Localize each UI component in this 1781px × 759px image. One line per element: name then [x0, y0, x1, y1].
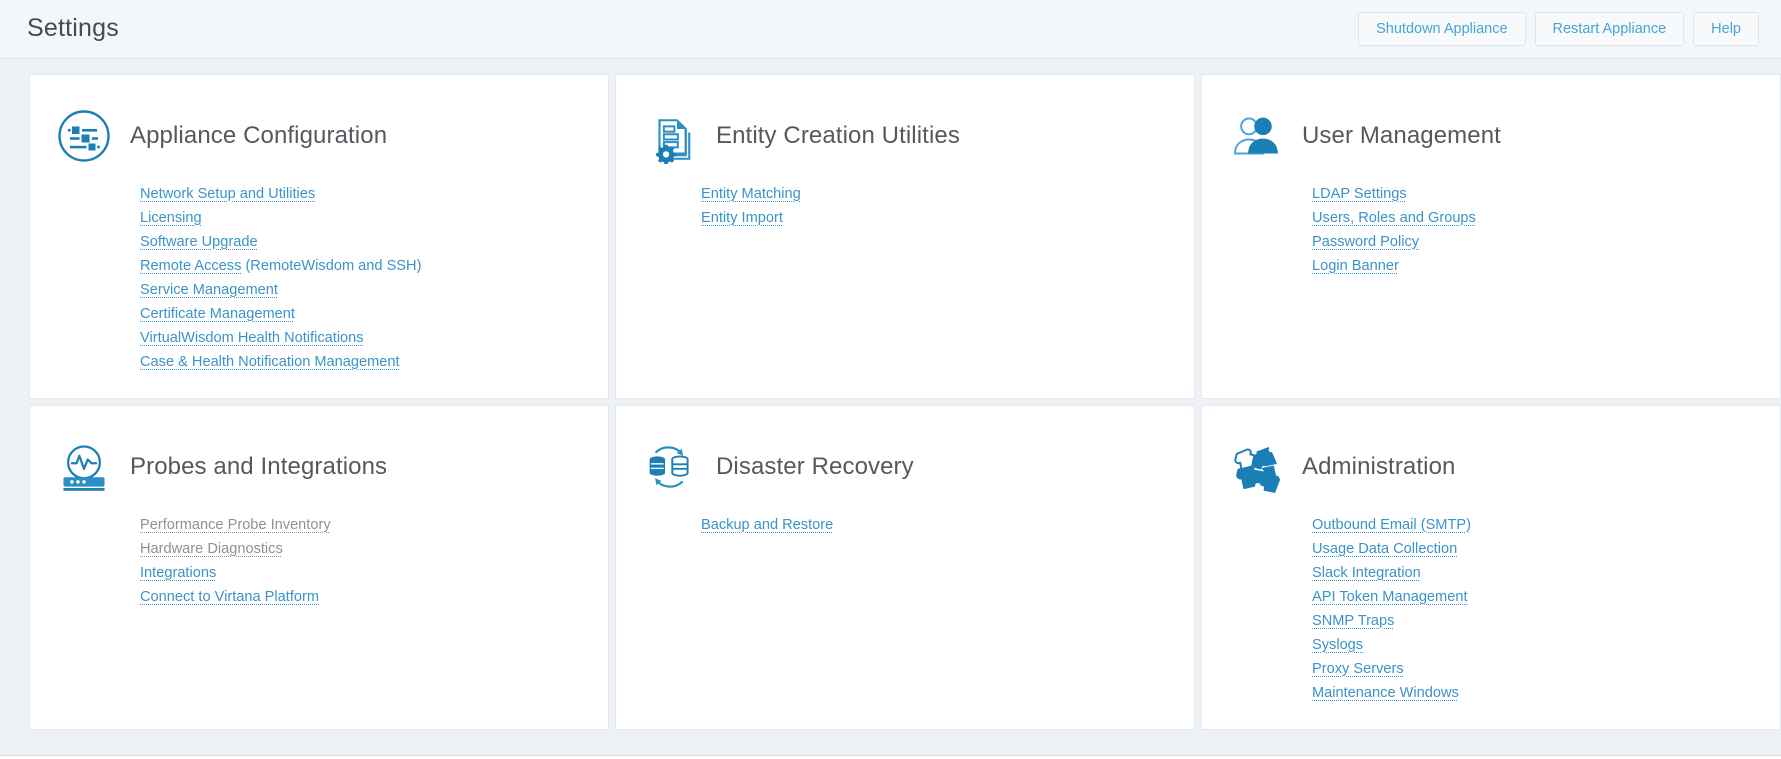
link-entity-import[interactable]: Entity Import	[701, 210, 783, 226]
link-hardware-diagnostics: Hardware Diagnostics	[140, 541, 283, 557]
link-row: Licensing	[140, 207, 608, 229]
link-row: Software Upgrade	[140, 231, 608, 253]
shutdown-appliance-button[interactable]: Shutdown Appliance	[1358, 12, 1526, 46]
database-sync-icon	[642, 439, 698, 495]
settings-card-appliance-configuration: Appliance Configuration Network Setup and…	[29, 74, 609, 399]
card-title: Probes and Integrations	[130, 453, 388, 480]
link-virtualwisdom-health-notifications[interactable]: VirtualWisdom Health Notifications	[140, 330, 364, 346]
settings-card-entity-creation-utilities: Entity Creation Utilities Entity Matching…	[615, 74, 1195, 399]
card-title: Disaster Recovery	[716, 453, 914, 480]
link-row: Entity Import	[701, 207, 1194, 229]
link-row: Entity Matching	[701, 183, 1194, 205]
link-entity-matching[interactable]: Entity Matching	[701, 186, 801, 202]
link-row: Backup and Restore	[701, 514, 1194, 536]
link-row: Password Policy	[1312, 231, 1780, 253]
link-service-management[interactable]: Service Management	[140, 282, 278, 298]
card-link-list: Backup and Restore	[616, 498, 1194, 536]
card-title: User Management	[1302, 122, 1501, 149]
link-row: Maintenance Windows	[1312, 682, 1780, 704]
link-certificate-management[interactable]: Certificate Management	[140, 306, 295, 322]
link-row: Certificate Management	[140, 303, 608, 325]
help-button[interactable]: Help	[1693, 12, 1759, 46]
link-row: Service Management	[140, 279, 608, 301]
link-licensing[interactable]: Licensing	[140, 210, 202, 226]
card-link-list: Outbound Email (SMTP) Usage Data Collecti…	[1202, 498, 1780, 704]
link-proxy-servers[interactable]: Proxy Servers	[1312, 661, 1404, 677]
settings-card-administration: Administration Outbound Email (SMTP) Usage…	[1201, 405, 1781, 730]
settings-card-user-management: User Management LDAP Settings Users, Roles…	[1201, 74, 1781, 399]
link-login-banner[interactable]: Login Banner	[1312, 258, 1399, 274]
restart-appliance-button[interactable]: Restart Appliance	[1534, 12, 1685, 46]
link-snmp-traps[interactable]: SNMP Traps	[1312, 613, 1394, 629]
puzzle-pieces-icon	[1228, 439, 1284, 495]
header-actions: Shutdown Appliance Restart Appliance Hel…	[1358, 12, 1759, 46]
link-row: Integrations	[140, 562, 608, 584]
link-row: Remote Access (RemoteWisdom and SSH)	[140, 255, 608, 277]
link-network-setup-and-utilities[interactable]: Network Setup and Utilities	[140, 186, 315, 202]
link-row: Syslogs	[1312, 634, 1780, 656]
link-connect-to-virtana-platform[interactable]: Connect to Virtana Platform	[140, 589, 319, 605]
link-usage-data-collection[interactable]: Usage Data Collection	[1312, 541, 1457, 557]
card-title: Entity Creation Utilities	[716, 122, 960, 149]
link-row: Hardware Diagnostics	[140, 538, 608, 560]
link-row: Connect to Virtana Platform	[140, 586, 608, 608]
link-row: Slack Integration	[1312, 562, 1780, 584]
link-row: API Token Management	[1312, 586, 1780, 608]
card-title: Appliance Configuration	[130, 122, 388, 149]
link-integrations[interactable]: Integrations	[140, 565, 216, 581]
card-header: User Management	[1202, 105, 1780, 167]
link-performance-probe-inventory: Performance Probe Inventory	[140, 517, 331, 533]
probe-monitor-icon	[56, 439, 112, 495]
link-row: Network Setup and Utilities	[140, 183, 608, 205]
settings-cards-region: Appliance Configuration Network Setup and…	[0, 59, 1781, 759]
link-outbound-email-smtp[interactable]: Outbound Email (SMTP)	[1312, 517, 1471, 533]
card-link-list: Network Setup and Utilities Licensing Soft…	[30, 167, 608, 373]
card-header: Administration	[1202, 436, 1780, 498]
link-row: Outbound Email (SMTP)	[1312, 514, 1780, 536]
settings-card-disaster-recovery: Disaster Recovery Backup and Restore	[615, 405, 1195, 730]
users-icon	[1228, 108, 1284, 164]
link-software-upgrade[interactable]: Software Upgrade	[140, 234, 258, 250]
link-row: SNMP Traps	[1312, 610, 1780, 632]
page-header: Settings Shutdown Appliance Restart Appl…	[0, 0, 1781, 59]
documents-gear-icon	[642, 108, 698, 164]
card-title: Administration	[1302, 453, 1456, 480]
link-suffix: (RemoteWisdom and SSH)	[241, 258, 422, 274]
link-slack-integration[interactable]: Slack Integration	[1312, 565, 1421, 581]
link-maintenance-windows[interactable]: Maintenance Windows	[1312, 685, 1459, 701]
link-case-health-notification-management[interactable]: Case & Health Notification Management	[140, 354, 400, 370]
card-header: Appliance Configuration	[30, 105, 608, 167]
card-link-list: Entity Matching Entity Import	[616, 167, 1194, 229]
link-row: Case & Health Notification Management	[140, 351, 608, 373]
link-ldap-settings[interactable]: LDAP Settings	[1312, 186, 1407, 202]
card-header: Entity Creation Utilities	[616, 105, 1194, 167]
link-row: Login Banner	[1312, 255, 1780, 277]
link-row: LDAP Settings	[1312, 183, 1780, 205]
card-link-list: LDAP Settings Users, Roles and Groups Pass…	[1202, 167, 1780, 277]
card-header: Probes and Integrations	[30, 436, 608, 498]
card-header: Disaster Recovery	[616, 436, 1194, 498]
link-remote-access[interactable]: Remote Access	[140, 258, 241, 274]
link-row: Users, Roles and Groups	[1312, 207, 1780, 229]
sliders-circle-icon	[56, 108, 112, 164]
settings-card-probes-and-integrations: Probes and Integrations Performance Probe…	[29, 405, 609, 730]
page-title: Settings	[27, 13, 119, 42]
settings-cards-grid: Appliance Configuration Network Setup and…	[0, 74, 1781, 759]
link-backup-and-restore[interactable]: Backup and Restore	[701, 517, 833, 533]
link-users-roles-and-groups[interactable]: Users, Roles and Groups	[1312, 210, 1476, 226]
link-password-policy[interactable]: Password Policy	[1312, 234, 1419, 250]
link-syslogs[interactable]: Syslogs	[1312, 637, 1363, 653]
link-row: VirtualWisdom Health Notifications	[140, 327, 608, 349]
link-row: Proxy Servers	[1312, 658, 1780, 680]
link-row: Usage Data Collection	[1312, 538, 1780, 560]
bottom-strip	[0, 755, 1781, 759]
link-api-token-management[interactable]: API Token Management	[1312, 589, 1468, 605]
link-row: Performance Probe Inventory	[140, 514, 608, 536]
card-link-list: Performance Probe Inventory Hardware Diag…	[30, 498, 608, 608]
